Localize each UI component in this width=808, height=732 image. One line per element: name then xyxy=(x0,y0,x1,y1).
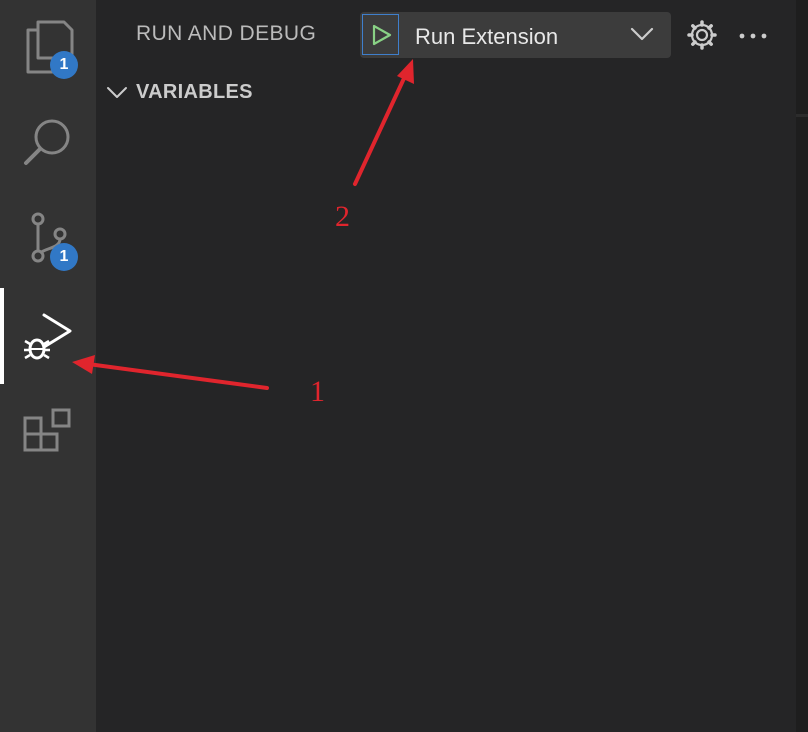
annotation-label-1: 1 xyxy=(310,375,325,408)
annotation-label-2: 2 xyxy=(335,200,350,233)
annotation-arrows xyxy=(72,59,414,390)
